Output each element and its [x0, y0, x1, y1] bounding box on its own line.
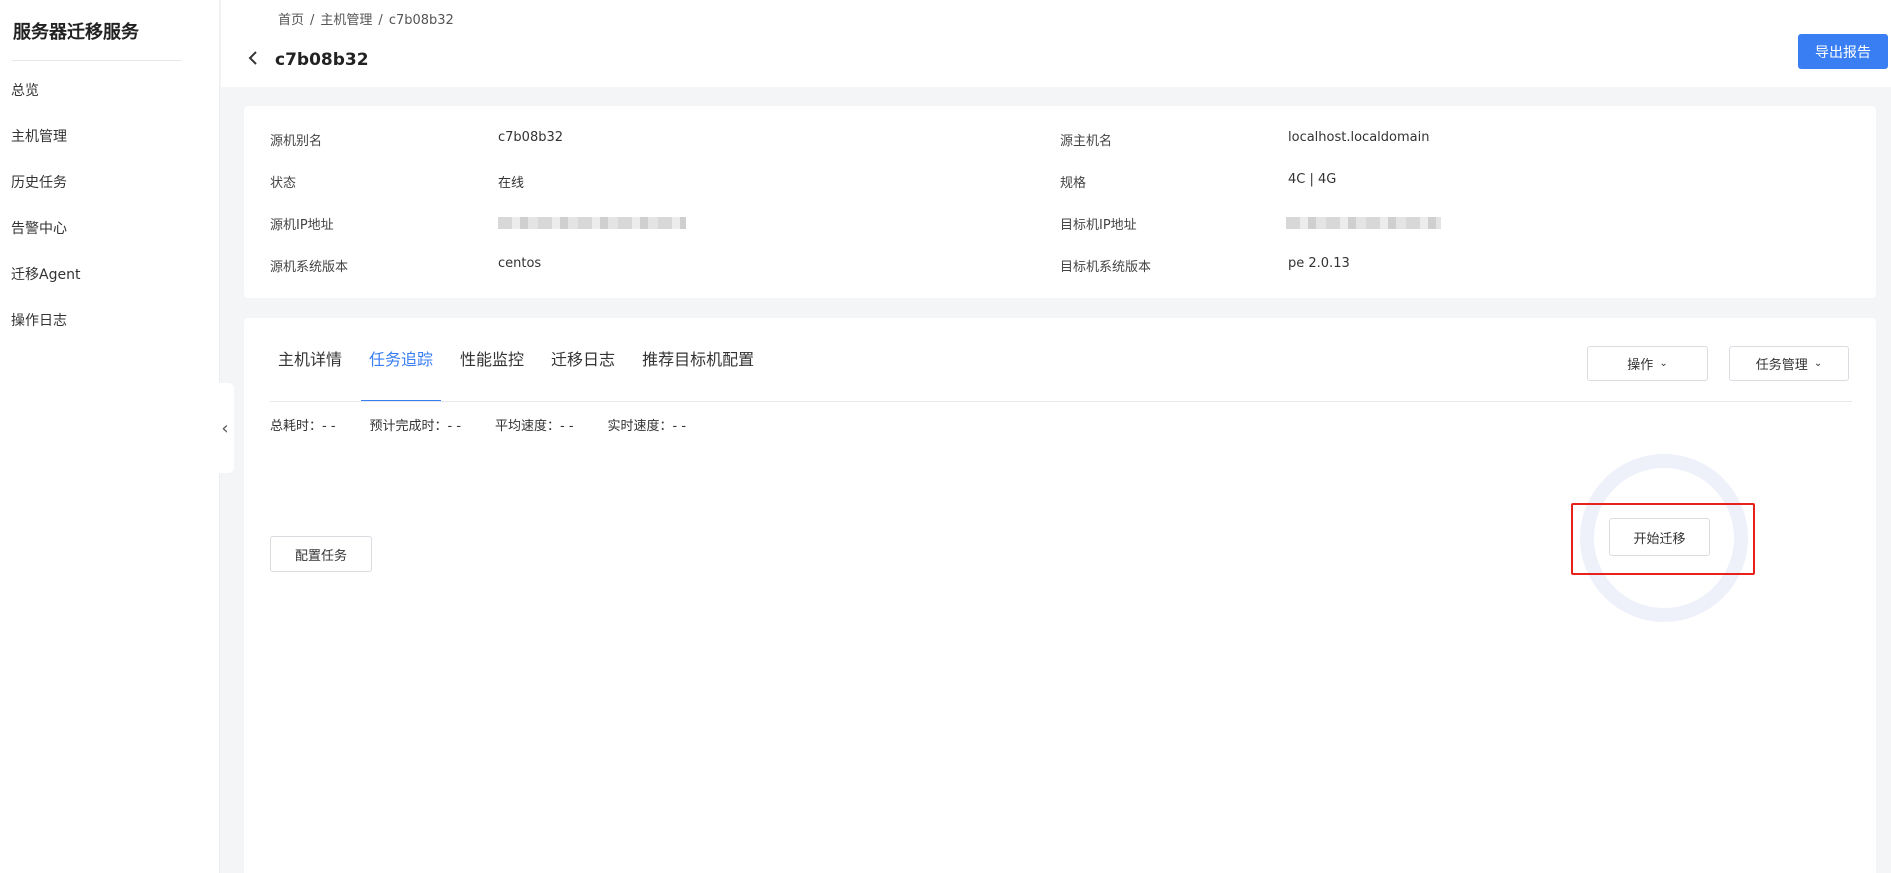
tab-task-tracking[interactable]: 任务追踪 — [361, 342, 442, 402]
spec-label: 规格 — [1060, 176, 1087, 191]
app-title: 服务器迁移服务 — [13, 22, 139, 43]
breadcrumb-separator: / — [378, 13, 383, 28]
source-hostname-value: localhost.localdomain — [1288, 130, 1430, 145]
configure-task-button[interactable]: 配置任务 — [270, 536, 372, 572]
chevron-down-icon: ⌄ — [1659, 358, 1668, 369]
operate-label: 操作 — [1627, 358, 1654, 373]
source-os-value: centos — [498, 256, 542, 271]
breadcrumb-host-management[interactable]: 主机管理 — [320, 13, 372, 28]
migration-stats: 总耗时：- - 预计完成时：- - 平均速度：- - 实时速度：- - — [270, 415, 720, 434]
sidebar: 服务器迁移服务 总览 主机管理 历史任务 告警中心 迁移Agent 操作日志 — [0, 0, 220, 873]
sidebar-divider — [12, 60, 182, 61]
sidebar-item-alert-center[interactable]: 告警中心 — [0, 206, 220, 252]
target-ip-value — [1286, 217, 1441, 233]
task-manage-label: 任务管理 — [1755, 358, 1808, 373]
start-migration-button[interactable]: 开始迁移 — [1609, 518, 1710, 556]
source-os-label: 源机系统版本 — [270, 260, 349, 275]
tabs-divider — [270, 401, 1852, 402]
redacted-ip — [498, 217, 686, 229]
target-ip-label: 目标机IP地址 — [1060, 218, 1137, 233]
breadcrumb: 首页 / 主机管理 / c7b08b32 — [275, 9, 457, 28]
realtime-speed: 实时速度：- - — [607, 419, 687, 434]
operate-dropdown-button[interactable]: 操作 ⌄ — [1587, 346, 1708, 381]
task-tracking-panel: 主机详情 任务追踪 性能监控 迁移日志 推荐目标机配置 操作 ⌄ 任务管理 ⌄ … — [244, 318, 1876, 873]
back-icon[interactable] — [247, 50, 259, 71]
tab-migration-log[interactable]: 迁移日志 — [543, 342, 623, 402]
sidebar-collapse-button[interactable]: ‹ — [216, 383, 234, 473]
sidebar-item-operation-log[interactable]: 操作日志 — [0, 298, 220, 344]
breadcrumb-home[interactable]: 首页 — [278, 13, 304, 28]
sidebar-menu: 总览 主机管理 历史任务 告警中心 迁移Agent 操作日志 — [0, 68, 220, 344]
status-value: 在线 — [498, 176, 525, 191]
status-label: 状态 — [270, 176, 297, 191]
task-manage-dropdown-button[interactable]: 任务管理 ⌄ — [1729, 346, 1849, 381]
chevron-left-icon: ‹ — [221, 417, 229, 439]
source-ip-label: 源机IP地址 — [270, 218, 334, 233]
sidebar-item-host-management[interactable]: 主机管理 — [0, 114, 220, 160]
page-header: 首页 / 主机管理 / c7b08b32 c7b08b32 导出报告 — [221, 0, 1891, 87]
tab-recommended-target-config[interactable]: 推荐目标机配置 — [634, 342, 762, 402]
page-title: c7b08b32 — [275, 50, 369, 70]
source-alias-label: 源机别名 — [270, 134, 323, 149]
export-report-button[interactable]: 导出报告 — [1798, 34, 1888, 69]
target-os-value: pe 2.0.13 — [1288, 256, 1350, 271]
tab-bar: 主机详情 任务追踪 性能监控 迁移日志 推荐目标机配置 — [270, 342, 773, 402]
sidebar-item-history-tasks[interactable]: 历史任务 — [0, 160, 220, 206]
target-os-label: 目标机系统版本 — [1060, 260, 1152, 275]
total-duration: 总耗时：- - — [270, 419, 336, 434]
tab-performance-monitoring[interactable]: 性能监控 — [452, 342, 532, 402]
tab-host-details[interactable]: 主机详情 — [270, 342, 350, 402]
sidebar-item-overview[interactable]: 总览 — [0, 68, 220, 114]
sidebar-item-migration-agent[interactable]: 迁移Agent — [0, 252, 220, 298]
estimated-completion: 预计完成时：- - — [369, 419, 462, 434]
breadcrumb-separator: / — [310, 13, 315, 28]
source-ip-value — [498, 217, 686, 233]
source-alias-value: c7b08b32 — [498, 130, 564, 145]
spec-value: 4C | 4G — [1288, 172, 1337, 187]
source-hostname-label: 源主机名 — [1060, 134, 1113, 149]
breadcrumb-current: c7b08b32 — [388, 13, 454, 28]
chevron-down-icon: ⌄ — [1813, 358, 1823, 369]
host-info-card: 源机别名 c7b08b32 源主机名 localhost.localdomain… — [244, 106, 1876, 298]
redacted-ip — [1286, 217, 1441, 229]
average-speed: 平均速度：- - — [495, 419, 574, 434]
